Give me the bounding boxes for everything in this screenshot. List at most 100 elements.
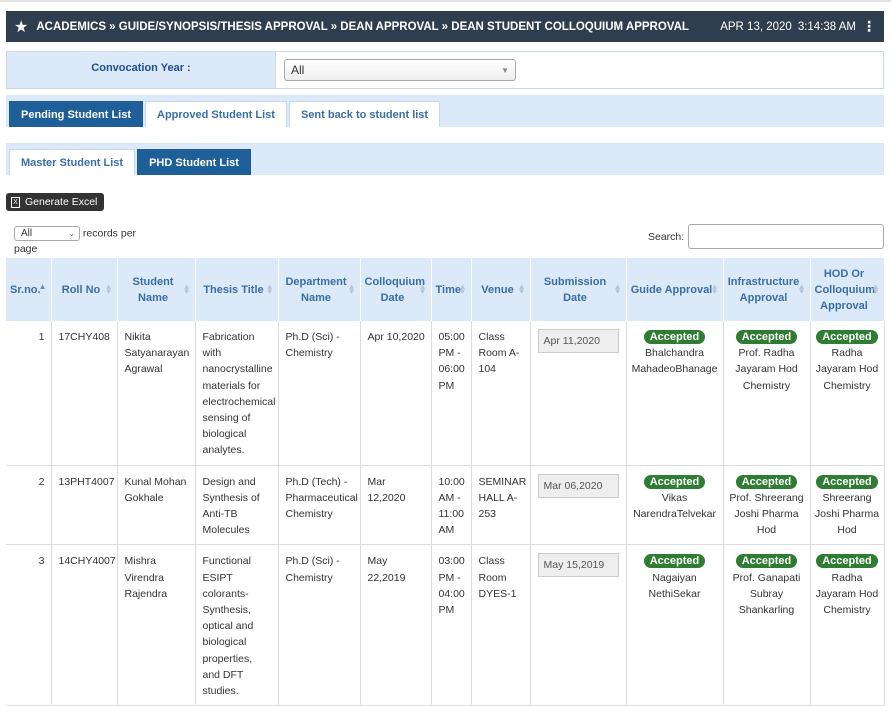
col-time[interactable]: Time ▲ ▼ bbox=[431, 258, 472, 321]
cell-infra-approval: Accepted Prof. Shreerang Joshi Pharma Hod bbox=[723, 465, 811, 546]
table-header-row: Sr.no. ▲ Roll No ▲ ▼ Student Name ▲ ▼ Thesis … bbox=[6, 258, 885, 321]
search-box: Search: bbox=[648, 224, 885, 249]
cell-name: Nikita Satyanarayan Agrawal bbox=[117, 321, 196, 466]
convocation-filter: Convocation Year : All ▼ bbox=[6, 51, 884, 89]
cell-time: 03:00 PM - 04:00 PM bbox=[431, 544, 472, 706]
cell-venue: Class Room A-104 bbox=[471, 321, 531, 466]
records-per-page-label-2: page bbox=[14, 243, 38, 255]
hod-approver: Radha Jayaram Hod Chemistry bbox=[815, 571, 879, 617]
table-row: 2 13PHT4007 Kunal Mohan Gokhale Design a… bbox=[6, 465, 885, 546]
excel-file-icon: X bbox=[11, 196, 20, 208]
sort-icon: ▲ ▼ bbox=[265, 282, 274, 296]
col-sr-no[interactable]: Sr.no. ▲ bbox=[6, 258, 52, 321]
submission-date-field[interactable]: Mar 06,2020 bbox=[537, 473, 619, 498]
sort-icon: ▲ ▼ bbox=[797, 282, 806, 296]
cell-colloquium-date: May 22,2019 bbox=[360, 544, 432, 706]
cell-infra-approval: Accepted Prof. Ganapati Subray Shankarlin… bbox=[723, 544, 811, 706]
student-table: Sr.no. ▲ Roll No ▲ ▼ Student Name ▲ ▼ Thesis … bbox=[6, 258, 885, 706]
cell-guide-approval: Accepted Nagaiyan NethiSekar bbox=[626, 544, 724, 706]
status-badge: Accepted bbox=[735, 554, 798, 569]
status-badge: Accepted bbox=[816, 474, 878, 489]
sort-icon: ▲ ▼ bbox=[458, 282, 467, 296]
guide-name: Nagaiyan NethiSekar bbox=[648, 571, 701, 600]
cell-time: 10:00 AM - 11:00 AM bbox=[431, 465, 472, 546]
status-badge: Accepted bbox=[735, 474, 798, 489]
infra-approver: Prof. Shreerang Joshi Pharma Hod bbox=[729, 491, 804, 537]
status-badge: Accepted bbox=[816, 330, 878, 344]
cell-roll: 13PHT4007 bbox=[51, 465, 118, 546]
cell-hod-approval: Accepted Radha Jayaram Hod Chemistry bbox=[810, 544, 885, 706]
sort-icon: ▲ ▼ bbox=[418, 282, 427, 296]
hod-approver: Radha Jayaram Hod Chemistry bbox=[815, 347, 879, 392]
search-label: Search: bbox=[648, 230, 685, 243]
cell-thesis: Design and Synthesis of Anti-TB Molecule… bbox=[195, 465, 279, 546]
col-submission-date[interactable]: Submission Date ▲ ▼ bbox=[530, 258, 627, 321]
records-per-page-select[interactable]: All ⌄ bbox=[14, 226, 80, 241]
col-student-name[interactable]: Student Name ▲ ▼ bbox=[117, 258, 196, 321]
col-venue[interactable]: Venue ▲ ▼ bbox=[471, 258, 531, 321]
cell-venue: Class Room DYES-1 bbox=[471, 544, 531, 706]
status-badge: Accepted bbox=[643, 474, 706, 489]
status-badge: Accepted bbox=[735, 330, 798, 344]
datetime: APR 13, 2020 3:14:38 AM ⋮ bbox=[714, 18, 876, 35]
tab-approved-students[interactable]: Approved Student List bbox=[145, 101, 287, 127]
cell-infra-approval: Accepted Prof. Radha Jayaram Hod Chemistr… bbox=[723, 321, 811, 466]
sort-icon: ▲ ▼ bbox=[182, 282, 191, 296]
header-time: 3:14:38 AM bbox=[797, 20, 856, 33]
cell-sr: 3 bbox=[6, 544, 52, 706]
cell-dept: Ph.D (Tech) - Pharmaceutical Chemistry bbox=[278, 465, 361, 546]
chevron-down-icon: ▼ bbox=[501, 65, 509, 75]
sort-asc-icon: ▲ bbox=[38, 282, 47, 291]
col-colloquium-date[interactable]: Colloquium Date ▲ ▼ bbox=[360, 258, 432, 321]
cell-submission: Mar 06,2020 bbox=[530, 465, 627, 546]
convocation-year-label: Convocation Year : bbox=[7, 52, 276, 88]
page-header: ★ ACADEMICS » GUIDE/SYNOPSIS/THESIS APPR… bbox=[6, 11, 884, 42]
records-per-page: All ⌄ records per page bbox=[14, 226, 136, 255]
submission-date-field[interactable]: Apr 11,2020 bbox=[537, 329, 619, 353]
generate-excel-button[interactable]: X Generate Excel bbox=[6, 193, 105, 211]
hod-approver: Shreerang Joshi Pharma Hod bbox=[814, 491, 880, 537]
star-icon[interactable]: ★ bbox=[14, 17, 28, 37]
status-badge: Accepted bbox=[643, 554, 706, 569]
cell-submission: May 15,2019 bbox=[530, 544, 627, 706]
tab-master-student-list[interactable]: Master Student List bbox=[9, 149, 136, 175]
cell-hod-approval: Accepted Shreerang Joshi Pharma Hod bbox=[810, 465, 885, 546]
submission-date-field[interactable]: May 15,2019 bbox=[537, 553, 619, 578]
cell-thesis: Fabrication with nanocrystalline materia… bbox=[195, 321, 279, 466]
cell-roll: 14CHY4007 bbox=[51, 544, 118, 706]
col-infrastructure-approval[interactable]: Infrastructure Approval ▲ ▼ bbox=[723, 258, 811, 321]
col-department-name[interactable]: Department Name ▲ ▼ bbox=[278, 258, 361, 321]
table-row: 3 14CHY4007 Mishra Virendra Rajendra Fun… bbox=[6, 544, 885, 706]
cell-venue: SEMINAR HALL A-253 bbox=[471, 465, 531, 546]
search-input[interactable] bbox=[688, 224, 885, 249]
top-border bbox=[0, 0, 891, 2]
cell-time: 05:00 PM - 06:00 PM bbox=[431, 321, 472, 466]
tab-pending-students[interactable]: Pending Student List bbox=[9, 101, 143, 127]
sort-icon: ▲ ▼ bbox=[517, 282, 526, 296]
infra-approver: Prof. Ganapati Subray Shankarling bbox=[732, 571, 801, 617]
breadcrumb: ACADEMICS » GUIDE/SYNOPSIS/THESIS APPROV… bbox=[36, 20, 689, 33]
cell-sr: 1 bbox=[6, 321, 52, 466]
sort-icon: ▲ ▼ bbox=[104, 282, 113, 296]
status-badge: Accepted bbox=[816, 554, 878, 569]
guide-name: Vikas NarendraTelvekar bbox=[633, 491, 716, 521]
sort-icon: ▲ ▼ bbox=[613, 282, 622, 296]
cell-dept: Ph.D (Sci) - Chemistry bbox=[278, 544, 361, 706]
cell-name: Mishra Virendra Rajendra bbox=[117, 544, 196, 706]
convocation-year-select[interactable]: All ▼ bbox=[284, 59, 516, 81]
col-guide-approval[interactable]: Guide Approval ▲ ▼ bbox=[626, 258, 724, 321]
more-options-icon[interactable]: ⋮ bbox=[862, 18, 876, 35]
col-hod-colloquium-approval[interactable]: HOD Or Colloquium Approval ▲ ▼ bbox=[810, 258, 885, 321]
cell-colloquium-date: Mar 12,2020 bbox=[360, 465, 432, 546]
col-thesis-title[interactable]: Thesis Title ▲ ▼ bbox=[195, 258, 279, 321]
col-roll-no[interactable]: Roll No ▲ ▼ bbox=[51, 258, 118, 321]
infra-approver: Prof. Radha Jayaram Hod Chemistry bbox=[735, 347, 798, 392]
table-row: 1 17CHY408 Nikita Satyanarayan Agrawal F… bbox=[6, 321, 885, 466]
tab-phd-student-list[interactable]: PHD Student List bbox=[137, 149, 251, 175]
cell-sr: 2 bbox=[6, 465, 52, 546]
status-badge: Accepted bbox=[643, 330, 706, 344]
tab-sent-back-students[interactable]: Sent back to student list bbox=[288, 101, 441, 127]
cell-name: Kunal Mohan Gokhale bbox=[117, 465, 196, 546]
sort-icon: ▲ ▼ bbox=[347, 282, 356, 296]
cell-guide-approval: Accepted Bhalchandra MahadeoBhanage bbox=[626, 321, 724, 466]
